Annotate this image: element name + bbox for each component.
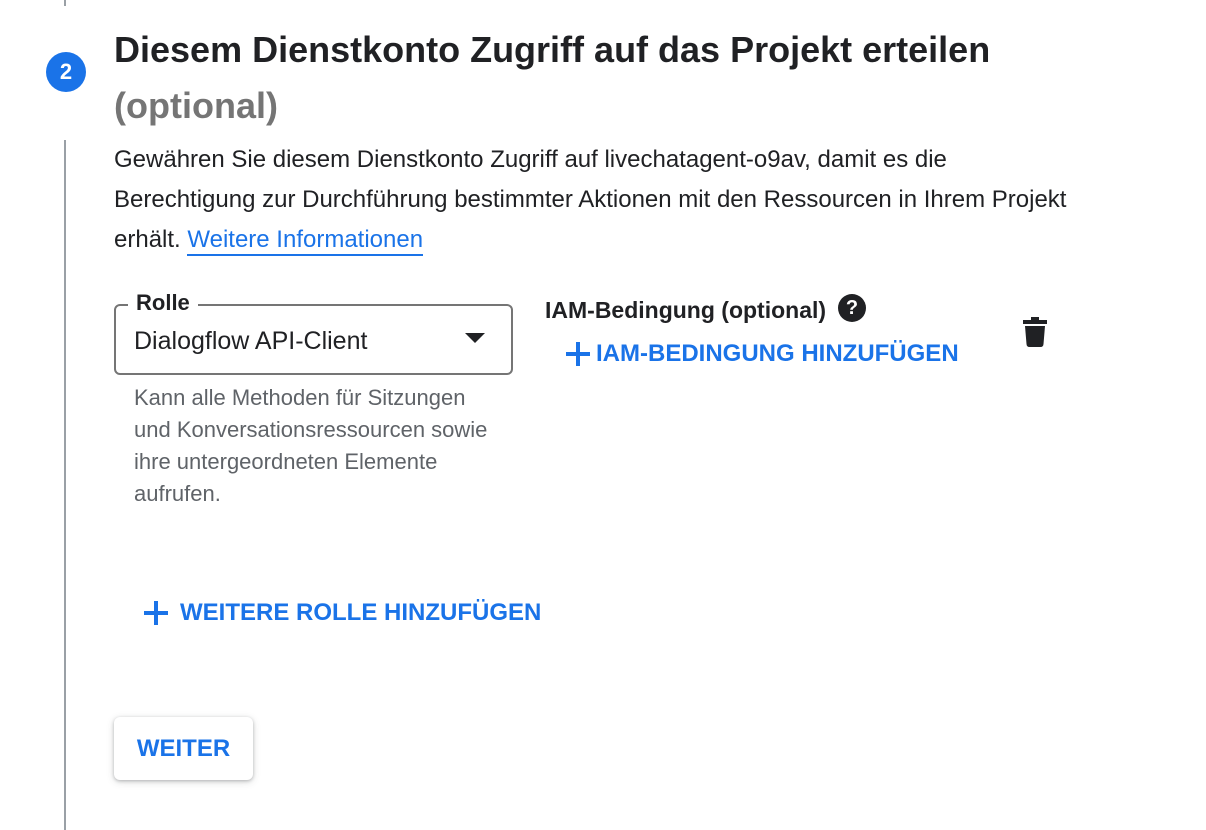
step-title-optional: (optional) (114, 85, 278, 126)
stepper-line-top (64, 0, 66, 6)
iam-condition-label: IAM-Bedingung (optional) (545, 297, 827, 323)
dropdown-arrow-icon (465, 333, 485, 343)
step-description: Gewähren Sie diesem Dienstkonto Zugriff … (114, 140, 1094, 260)
step-title: Diesem Dienstkonto Zugriff auf das Proje… (114, 22, 1174, 134)
role-select[interactable]: Rolle Dialogflow API-Client (114, 289, 513, 375)
role-select-value: Dialogflow API-Client (134, 327, 368, 355)
plus-icon (144, 601, 168, 625)
add-iam-condition-button[interactable]: IAM-BEDINGUNG HINZUFÜGEN (566, 338, 959, 370)
add-another-role-label: WEITERE ROLLE HINZUFÜGEN (180, 599, 542, 626)
step-title-text: Diesem Dienstkonto Zugriff auf das Proje… (114, 29, 991, 70)
trash-icon[interactable] (1023, 317, 1047, 347)
step-number-badge: 2 (46, 52, 86, 92)
role-select-label: Rolle (128, 289, 198, 317)
service-account-permissions-step: 2 Diesem Dienstkonto Zugriff auf das Pro… (0, 0, 1206, 830)
plus-icon (566, 342, 590, 366)
add-another-role-button[interactable]: WEITERE ROLLE HINZUFÜGEN (144, 597, 541, 629)
continue-button[interactable]: WEITER (114, 717, 253, 780)
help-icon[interactable]: ? (838, 294, 866, 322)
stepper-line (64, 140, 66, 830)
learn-more-link[interactable]: Weitere Informationen (187, 226, 424, 256)
role-description: Kann alle Methoden für Sitzungen und Kon… (134, 385, 488, 506)
add-iam-condition-label: IAM-BEDINGUNG HINZUFÜGEN (596, 340, 959, 367)
